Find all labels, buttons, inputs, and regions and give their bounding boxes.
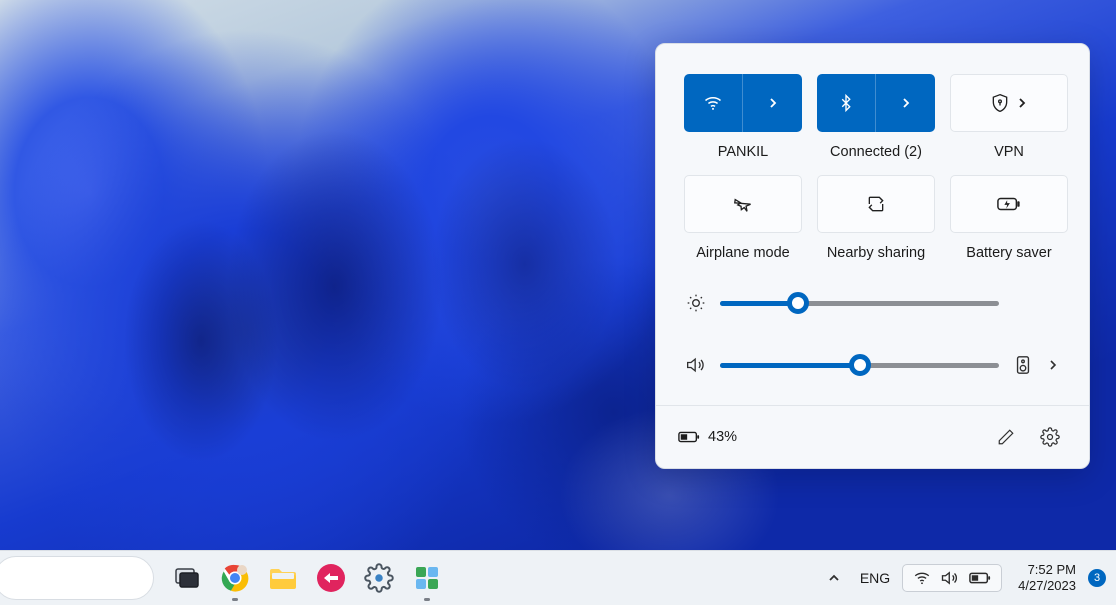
language-button[interactable]: ENG xyxy=(848,570,902,586)
taskbar: ENG 7:52 PM 4/27/2023 3 xyxy=(0,550,1116,605)
tile-bluetooth[interactable] xyxy=(817,74,935,132)
date-label: 4/27/2023 xyxy=(1018,578,1076,594)
brightness-slider-row xyxy=(686,291,1059,315)
settings-app-button[interactable] xyxy=(362,561,396,595)
brightness-slider[interactable] xyxy=(720,291,999,315)
pinned-app-1-button[interactable] xyxy=(314,561,348,595)
audio-output-icon[interactable] xyxy=(1013,355,1033,375)
battery-saver-icon xyxy=(997,196,1021,212)
volume-tray-icon xyxy=(941,569,959,587)
vpn-icon xyxy=(990,93,1028,113)
task-view-button[interactable] xyxy=(170,561,204,595)
tile-vpn-label: VPN xyxy=(994,144,1024,160)
tray-overflow-button[interactable] xyxy=(820,571,848,585)
tile-battery-label: Battery saver xyxy=(966,245,1051,261)
nearby-share-icon xyxy=(866,194,886,214)
tile-wifi-label: PANKIL xyxy=(718,144,769,160)
tile-airplane[interactable] xyxy=(684,175,802,233)
wifi-icon xyxy=(684,93,742,113)
tile-nearby[interactable] xyxy=(817,175,935,233)
chevron-right-icon[interactable] xyxy=(875,74,935,132)
wifi-tray-icon xyxy=(913,569,931,587)
settings-button[interactable] xyxy=(1033,420,1067,454)
brightness-icon xyxy=(686,293,706,313)
time-label: 7:52 PM xyxy=(1018,562,1076,578)
airplane-icon xyxy=(732,194,754,214)
tile-battery[interactable] xyxy=(950,175,1068,233)
pinned-app-2-button[interactable] xyxy=(410,561,444,595)
bluetooth-icon xyxy=(817,93,875,113)
chevron-right-icon[interactable] xyxy=(742,74,802,132)
clock-button[interactable]: 7:52 PM 4/27/2023 xyxy=(1010,562,1084,595)
quick-settings-panel: PANKIL Connected (2) VPN Airplane mode Nearb… xyxy=(655,43,1090,469)
tile-nearby-label: Nearby sharing xyxy=(827,245,925,261)
tile-bluetooth-label: Connected (2) xyxy=(830,144,922,160)
battery-percent-label: 43% xyxy=(708,429,737,445)
volume-slider-row xyxy=(686,353,1059,377)
battery-status[interactable]: 43% xyxy=(678,429,737,445)
file-explorer-button[interactable] xyxy=(266,561,300,595)
edit-quick-settings-button[interactable] xyxy=(989,420,1023,454)
notification-badge[interactable]: 3 xyxy=(1088,569,1106,587)
tile-wifi[interactable] xyxy=(684,74,802,132)
volume-slider[interactable] xyxy=(720,353,999,377)
battery-tray-icon xyxy=(969,571,991,585)
tile-airplane-label: Airplane mode xyxy=(696,245,790,261)
tile-vpn[interactable] xyxy=(950,74,1068,132)
chrome-app-button[interactable] xyxy=(218,561,252,595)
volume-icon xyxy=(686,355,706,375)
system-tray-group[interactable] xyxy=(902,564,1002,592)
search-input[interactable] xyxy=(0,556,154,600)
quick-settings-footer: 43% xyxy=(656,405,1089,468)
audio-output-chevron-icon[interactable] xyxy=(1047,358,1059,372)
